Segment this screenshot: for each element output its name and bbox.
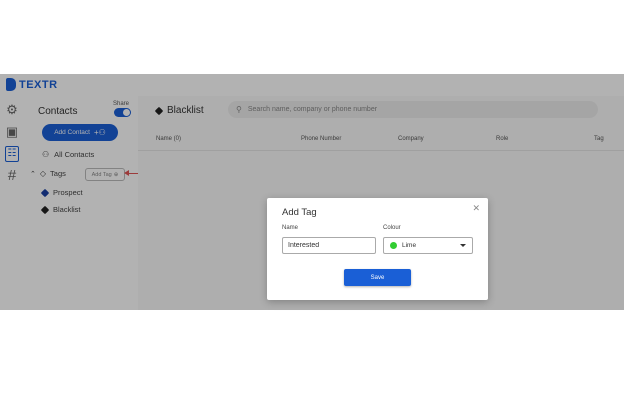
name-label: Name [282, 225, 299, 231]
close-icon[interactable]: ✕ [472, 203, 480, 214]
colour-swatch [390, 242, 397, 249]
tag-name-input[interactable] [282, 237, 376, 254]
colour-value: Lime [402, 242, 417, 249]
colour-select[interactable]: Lime [383, 237, 473, 254]
dialog-title: Add Tag [282, 207, 317, 218]
colour-label: Colour [383, 225, 401, 231]
chevron-down-icon [460, 244, 466, 247]
add-tag-dialog: Add Tag ✕ Name Colour Lime Save [267, 198, 488, 300]
save-button[interactable]: Save [344, 269, 411, 286]
